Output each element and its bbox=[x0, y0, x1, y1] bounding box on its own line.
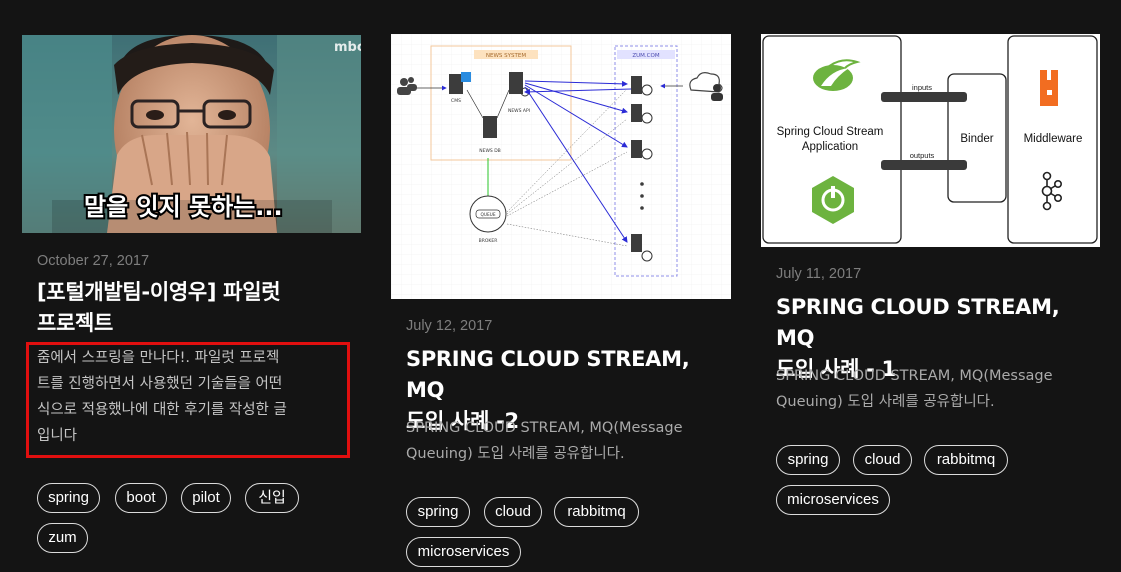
tag-rabbitmq[interactable]: rabbitmq bbox=[924, 445, 1008, 475]
app-label-line: Application bbox=[802, 141, 858, 153]
post-title-line: SPRING CLOUD STREAM, MQ bbox=[406, 347, 690, 402]
post-title[interactable]: [포털개발팀-이영우] 파일럿 프로젝트 bbox=[37, 277, 357, 339]
binder-label: Binder bbox=[960, 133, 993, 145]
tag-spring[interactable]: spring bbox=[406, 497, 470, 527]
post-description: SPRING CLOUD STREAM, MQ(Message Queuing)… bbox=[406, 415, 726, 467]
tag-spring[interactable]: spring bbox=[776, 445, 840, 475]
post-date: July 11, 2017 bbox=[776, 266, 862, 282]
zum-com-label: ZUM.COM bbox=[632, 53, 659, 59]
outputs-label: outputs bbox=[910, 151, 935, 160]
post-card[interactable]: Spring Cloud Stream Application inputs o… bbox=[761, 34, 1101, 515]
tv-logo: mbc bbox=[334, 40, 361, 55]
spring-cloud-stream-diagram: Spring Cloud Stream Application inputs o… bbox=[761, 34, 1100, 247]
photo-image: mbc 말을 잇지 못하는... bbox=[22, 35, 361, 233]
description-line: SPRING CLOUD STREAM, MQ(Message bbox=[776, 368, 1053, 384]
description-line: SPRING CLOUD STREAM, MQ(Message bbox=[406, 420, 683, 436]
news-db-label: NEWS DB bbox=[479, 148, 501, 154]
description-highlight-box bbox=[26, 342, 350, 458]
post-card[interactable]: mbc 말을 잇지 못하는... October 27, 2017 [포털개발팀… bbox=[22, 35, 362, 553]
app-label-line: Spring Cloud Stream bbox=[777, 126, 884, 138]
post-card[interactable]: NEWS SYSTEM ZUM.COM CMS NEWS API NEWS DB bbox=[391, 34, 731, 567]
post-thumbnail[interactable]: mbc 말을 잇지 못하는... bbox=[22, 35, 361, 233]
architecture-diagram: NEWS SYSTEM ZUM.COM CMS NEWS API NEWS DB bbox=[391, 34, 731, 299]
post-date: July 12, 2017 bbox=[406, 318, 493, 334]
tag-microservices[interactable]: microservices bbox=[406, 537, 521, 567]
post-title-line: 프로젝트 bbox=[37, 311, 114, 335]
post-thumbnail[interactable]: Spring Cloud Stream Application inputs o… bbox=[761, 34, 1100, 247]
cms-label: CMS bbox=[451, 98, 461, 104]
tag-microservices[interactable]: microservices bbox=[776, 485, 890, 515]
tag-cloud[interactable]: cloud bbox=[853, 445, 912, 475]
tag-cloud[interactable]: cloud bbox=[484, 497, 542, 527]
tag-list: spring cloud rabbitmq microservices bbox=[776, 445, 1096, 517]
news-api-label: NEWS API bbox=[508, 108, 530, 114]
post-title-line: [포털개발팀-이영우] 파일럿 bbox=[37, 280, 281, 304]
tag-list: spring boot pilot 신입 zum bbox=[37, 483, 357, 555]
tag-boot[interactable]: boot bbox=[115, 483, 167, 513]
tag-spring[interactable]: spring bbox=[37, 483, 100, 513]
queue-label: QUEUE bbox=[480, 212, 495, 218]
post-date: October 27, 2017 bbox=[37, 253, 150, 269]
tag-list: spring cloud rabbitmq microservices bbox=[406, 497, 726, 569]
news-system-label: NEWS SYSTEM bbox=[486, 53, 526, 59]
tag-newbie[interactable]: 신입 bbox=[245, 483, 299, 513]
broker-label: BROKER bbox=[479, 238, 498, 244]
tag-pilot[interactable]: pilot bbox=[181, 483, 231, 513]
description-line: Queuing) 도입 사례를 공유합니다. bbox=[776, 394, 995, 410]
tag-zum[interactable]: zum bbox=[37, 523, 88, 553]
description-line: Queuing) 도입 사례를 공유합니다. bbox=[406, 446, 625, 462]
inputs-label: inputs bbox=[912, 83, 932, 92]
post-title-line: SPRING CLOUD STREAM, MQ bbox=[776, 295, 1060, 350]
post-thumbnail[interactable]: NEWS SYSTEM ZUM.COM CMS NEWS API NEWS DB bbox=[391, 34, 731, 299]
post-description: SPRING CLOUD STREAM, MQ(Message Queuing)… bbox=[776, 363, 1096, 415]
image-caption: 말을 잇지 못하는... bbox=[84, 193, 283, 221]
middleware-label: Middleware bbox=[1024, 133, 1083, 145]
tag-rabbitmq[interactable]: rabbitmq bbox=[554, 497, 639, 527]
